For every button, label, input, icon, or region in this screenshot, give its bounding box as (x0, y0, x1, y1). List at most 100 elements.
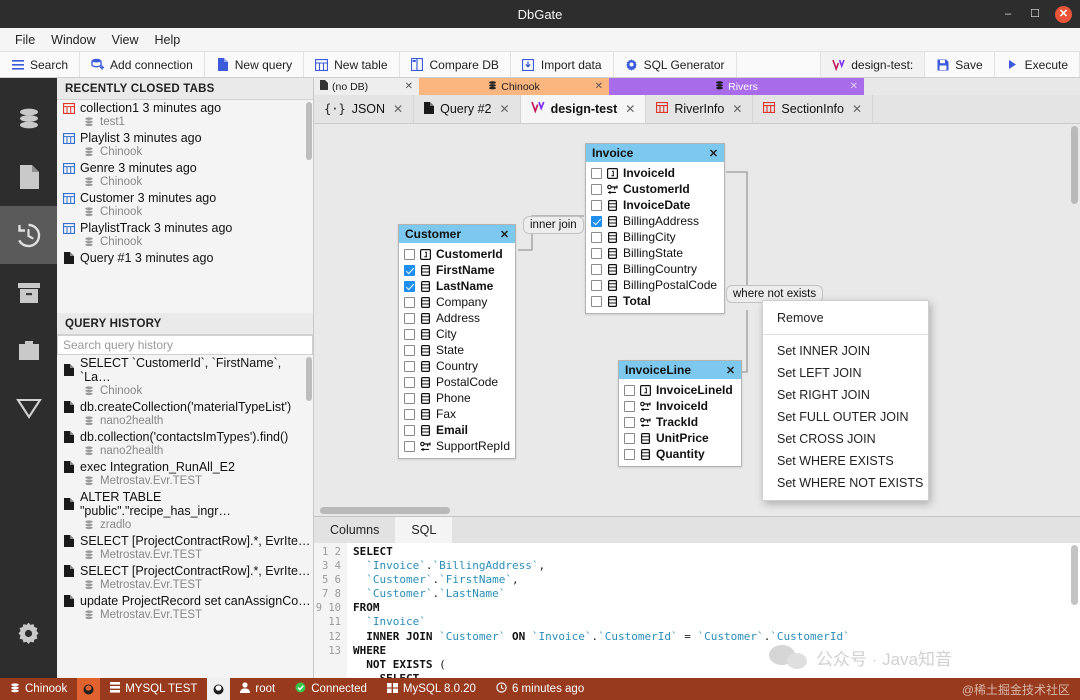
status-user[interactable]: root (230, 678, 285, 700)
db-tab-rivers[interactable]: Rivers ✕ (609, 78, 864, 95)
table-column-row[interactable]: InvoiceDate (591, 197, 719, 213)
recently-closed-item[interactable]: Query #1 3 minutes ago (57, 250, 313, 266)
join-context-menu[interactable]: Remove Set INNER JOIN Set LEFT JOIN Set RI… (762, 300, 929, 501)
column-checkbox[interactable] (591, 279, 602, 291)
recently-closed-scrollbar[interactable] (306, 102, 312, 160)
column-checkbox[interactable] (591, 167, 602, 179)
canvas-horizontal-scrollbar[interactable] (320, 507, 450, 514)
table-column-row[interactable]: Company (404, 294, 510, 310)
column-checkbox[interactable] (404, 360, 415, 372)
tab-riverinfo[interactable]: RiverInfo ✕ (646, 95, 754, 123)
search-input[interactable] (58, 338, 312, 352)
status-connected[interactable]: Connected (285, 678, 377, 700)
table-column-row[interactable]: State (404, 342, 510, 358)
ctx-item-set-right-join[interactable]: Set RIGHT JOIN (763, 384, 928, 406)
table-column-row[interactable]: FirstName (404, 262, 510, 278)
column-checkbox[interactable] (591, 183, 602, 195)
column-checkbox[interactable] (404, 424, 415, 436)
recently-closed-item[interactable]: PlaylistTrack 3 minutes ago (57, 220, 313, 236)
table-column-row[interactable]: UnitPrice (624, 430, 736, 446)
column-checkbox[interactable] (591, 263, 602, 275)
column-checkbox[interactable] (591, 247, 602, 259)
sql-editor-scrollbar[interactable] (1071, 545, 1078, 605)
tab-columns[interactable]: Columns (314, 517, 395, 543)
table-column-row[interactable]: LastName (404, 278, 510, 294)
rail-item-cells[interactable] (0, 380, 57, 438)
menu-item-help[interactable]: Help (148, 31, 188, 49)
table-column-row[interactable]: BillingAddress (591, 213, 719, 229)
status-db-engine-icon-2[interactable] (207, 678, 231, 700)
column-checkbox[interactable] (624, 400, 635, 412)
table-column-row[interactable]: PostalCode (404, 374, 510, 390)
column-checkbox[interactable] (404, 408, 415, 420)
recently-closed-item[interactable]: Playlist 3 minutes ago (57, 130, 313, 146)
close-icon[interactable]: ✕ (595, 81, 603, 92)
close-icon[interactable]: ✕ (1055, 5, 1072, 23)
close-icon[interactable]: ✕ (625, 102, 635, 116)
column-checkbox[interactable] (404, 296, 415, 308)
ctx-item-set-full-outer-join[interactable]: Set FULL OUTER JOIN (763, 406, 928, 428)
execute-button[interactable]: Execute (995, 52, 1080, 77)
status-last-refresh[interactable]: 6 minutes ago (486, 678, 594, 700)
table-column-row[interactable]: Total (591, 293, 719, 309)
minimize-icon[interactable]: – (1001, 7, 1015, 21)
sql-editor[interactable]: 1 2 3 4 5 6 7 8 9 10 11 12 13 SELECT `In… (314, 543, 1080, 678)
designer-canvas[interactable]: Customer ✕ CustomerId FirstName LastName Comp… (314, 124, 1080, 516)
sql-generator-button[interactable]: SQL Generator (614, 52, 737, 77)
table-column-row[interactable]: Email (404, 422, 510, 438)
column-checkbox[interactable] (591, 199, 602, 211)
query-history-item[interactable]: update ProjectRecord set canAssignCo… (57, 593, 313, 609)
query-history-item[interactable]: SELECT [ProjectContractRow].*, EvrIte… (57, 563, 313, 579)
table-column-row[interactable]: SupportRepId (404, 438, 510, 454)
table-column-row[interactable]: BillingCity (591, 229, 719, 245)
column-checkbox[interactable] (404, 312, 415, 324)
status-db-engine-icon-1[interactable] (77, 678, 101, 700)
column-checkbox[interactable] (404, 328, 415, 340)
status-database[interactable]: Chinook (0, 678, 77, 700)
table-column-row[interactable]: Fax (404, 406, 510, 422)
rail-item-settings[interactable] (0, 604, 57, 662)
rail-item-plugins[interactable] (0, 322, 57, 380)
rail-item-connections[interactable] (0, 90, 57, 148)
close-icon[interactable]: ✕ (850, 81, 858, 92)
tab-json[interactable]: {·} JSON ✕ (314, 95, 415, 123)
menu-item-view[interactable]: View (105, 31, 146, 49)
query-history-list[interactable]: SELECT `CustomerId`, `FirstName`, `La… Ch… (57, 355, 313, 678)
column-checkbox[interactable] (404, 392, 415, 404)
column-checkbox[interactable] (624, 432, 635, 444)
query-history-search[interactable] (57, 335, 313, 355)
query-history-item[interactable]: ALTER TABLE "public"."recipe_has_ingr… (57, 489, 313, 519)
rail-item-files[interactable] (0, 148, 57, 206)
table-column-row[interactable]: Address (404, 310, 510, 326)
column-checkbox[interactable] (624, 448, 635, 460)
designer-table-invoiceline[interactable]: InvoiceLine ✕ InvoiceLineId InvoiceId TrackI… (618, 360, 742, 467)
recently-closed-item[interactable]: collection1 3 minutes ago (57, 100, 313, 116)
tab-sectioninfo[interactable]: SectionInfo ✕ (753, 95, 874, 123)
column-checkbox[interactable] (404, 376, 415, 388)
column-checkbox[interactable] (624, 384, 635, 396)
table-column-row[interactable]: Quantity (624, 446, 736, 462)
status-server-version[interactable]: MySQL 8.0.20 (377, 678, 486, 700)
table-column-row[interactable]: BillingPostalCode (591, 277, 719, 293)
table-header[interactable]: Invoice ✕ (586, 144, 724, 162)
table-column-row[interactable]: CustomerId (591, 181, 719, 197)
recently-closed-list[interactable]: collection1 3 minutes ago test1 Playlist 3… (57, 100, 313, 313)
recently-closed-item[interactable]: Genre 3 minutes ago (57, 160, 313, 176)
ctx-item-set-left-join[interactable]: Set LEFT JOIN (763, 362, 928, 384)
table-column-row[interactable]: TrackId (624, 414, 736, 430)
designer-table-customer[interactable]: Customer ✕ CustomerId FirstName LastName Comp… (398, 224, 516, 459)
close-icon[interactable]: ✕ (724, 364, 737, 377)
column-checkbox[interactable] (591, 231, 602, 243)
db-tab-nodb[interactable]: (no DB) ✕ (314, 78, 419, 95)
new-query-button[interactable]: New query (205, 52, 305, 77)
close-icon[interactable]: ✕ (500, 102, 510, 116)
ctx-item-set-where-not-exists[interactable]: Set WHERE NOT EXISTS (763, 472, 928, 494)
column-checkbox[interactable] (591, 295, 602, 307)
column-checkbox[interactable] (404, 280, 415, 292)
query-history-item[interactable]: SELECT [ProjectContractRow].*, EvrIte… (57, 533, 313, 549)
designer-table-invoice[interactable]: Invoice ✕ InvoiceId CustomerId InvoiceDate Bi… (585, 143, 725, 314)
close-icon[interactable]: ✕ (707, 147, 720, 160)
table-header[interactable]: InvoiceLine ✕ (619, 361, 741, 379)
ctx-remove[interactable]: Remove (763, 307, 928, 329)
search-button[interactable]: Search (0, 52, 81, 77)
